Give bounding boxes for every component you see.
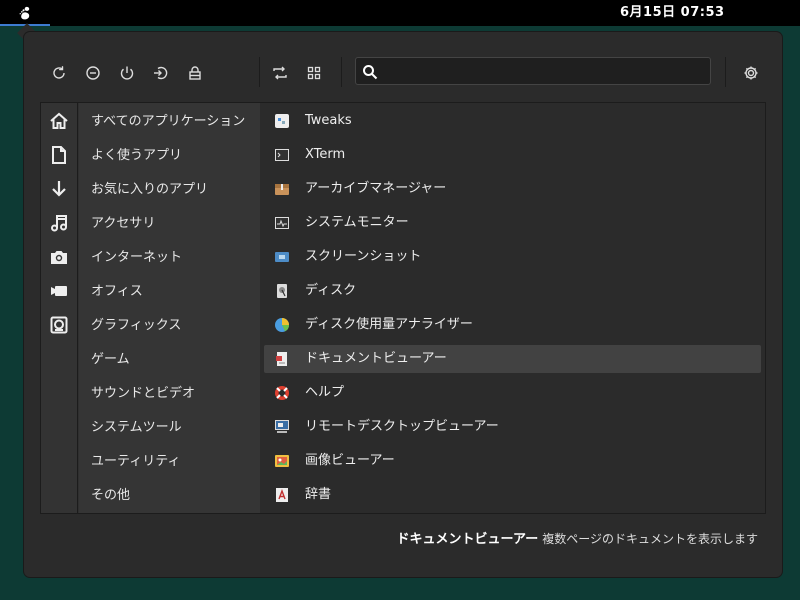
top-bar: 6月15日 07:53 (0, 0, 800, 26)
app-label: システムモニター (305, 215, 409, 230)
picture-icon (50, 316, 68, 334)
toolbar-separator (341, 57, 342, 87)
document-viewer-icon (276, 352, 287, 366)
app-label: 画像ビューアー (305, 453, 395, 468)
settings-button[interactable] (740, 62, 762, 84)
grid-view-button[interactable] (303, 62, 325, 84)
category-other[interactable]: その他 (91, 486, 130, 506)
toolbar-separator (725, 57, 726, 87)
gnome-foot-icon (19, 6, 30, 20)
app-item-dictionary[interactable]: 辞書 (264, 481, 761, 509)
app-label: ヘルプ (305, 385, 345, 400)
grid-view-icon (307, 66, 321, 80)
suspend-button[interactable] (82, 62, 104, 84)
app-item-system-monitor[interactable]: システムモニター (264, 209, 761, 237)
music-shortcut[interactable] (47, 211, 71, 235)
app-item-remote-desktop-viewer[interactable]: リモートデスクトップビューアー (264, 413, 761, 441)
restart-button[interactable] (48, 62, 70, 84)
terminal-icon (275, 149, 289, 161)
app-item-disks[interactable]: ディスク (264, 277, 761, 305)
selected-app-name: ドキュメントビューアー (396, 532, 539, 547)
app-item-image-viewer[interactable]: 画像ビューアー (264, 447, 761, 475)
category-office[interactable]: オフィス (91, 282, 143, 302)
logout-button[interactable] (149, 62, 171, 84)
selected-app-description: 複数ページのドキュメントを表示します (542, 532, 758, 546)
suspend-icon (86, 66, 100, 80)
menu-toolbar (24, 32, 782, 110)
gear-icon (744, 66, 758, 80)
clock[interactable]: 6月15日 07:53 (620, 0, 725, 26)
search-field[interactable] (355, 57, 711, 85)
image-viewer-icon (275, 455, 289, 467)
switch-view-button[interactable] (269, 62, 291, 84)
app-label: ディスク (305, 283, 357, 298)
toolbar-separator (259, 57, 260, 87)
category-system-tools[interactable]: システムツール (91, 418, 182, 438)
download-icon (52, 181, 66, 197)
places-column (41, 103, 78, 513)
music-icon (51, 215, 67, 232)
disk-usage-icon (275, 318, 289, 332)
switch-view-icon (273, 66, 287, 80)
search-input[interactable] (384, 60, 704, 82)
home-icon (50, 112, 68, 129)
power-off-button[interactable] (116, 62, 138, 84)
app-label: ドキュメントビューアー (305, 351, 447, 366)
gallery-shortcut[interactable] (47, 313, 71, 337)
disk-icon (277, 284, 287, 298)
downloads-shortcut[interactable] (47, 177, 71, 201)
menu-panel: すべてのアプリケーション よく使うアプリ お気に入りのアプリ アクセサリ インタ… (40, 102, 766, 514)
app-label: XTerm (305, 147, 346, 162)
app-item-document-viewer[interactable]: ドキュメントビューアー (264, 345, 761, 373)
app-item-xterm[interactable]: XTerm (264, 141, 761, 169)
applications-list: Tweaks XTerm アーカイブマネージャー システムモニター スクリーンシ… (260, 103, 765, 513)
archive-icon (275, 184, 289, 195)
app-label: ディスク使用量アナライザー (305, 317, 473, 332)
app-label: リモートデスクトップビューアー (305, 419, 499, 434)
remote-desktop-icon (275, 420, 289, 433)
logout-icon (154, 66, 168, 80)
dictionary-icon (276, 488, 288, 502)
category-utilities[interactable]: ユーティリティ (91, 452, 180, 472)
app-item-screenshot[interactable]: スクリーンショット (264, 243, 761, 271)
videos-shortcut[interactable] (47, 279, 71, 303)
video-icon (51, 286, 67, 296)
power-icon (120, 66, 134, 80)
app-label: スクリーンショット (305, 249, 422, 264)
categories-column: すべてのアプリケーション よく使うアプリ お気に入りのアプリ アクセサリ インタ… (79, 103, 298, 513)
app-item-archive-manager[interactable]: アーカイブマネージャー (264, 175, 761, 203)
app-item-disk-usage-analyzer[interactable]: ディスク使用量アナライザー (264, 311, 761, 339)
system-monitor-icon (275, 217, 289, 229)
home-shortcut[interactable] (47, 109, 71, 133)
lock-button[interactable] (184, 62, 206, 84)
application-menu: すべてのアプリケーション よく使うアプリ お気に入りのアプリ アクセサリ インタ… (24, 32, 782, 577)
activities-button[interactable] (0, 0, 50, 26)
category-internet[interactable]: インターネット (91, 248, 182, 268)
category-all-applications[interactable]: すべてのアプリケーション (91, 112, 245, 132)
tweaks-icon (275, 114, 289, 128)
app-description: ドキュメントビューアー 複数ページのドキュメントを表示します (24, 528, 758, 552)
pictures-shortcut[interactable] (47, 245, 71, 269)
screenshot-icon (275, 252, 289, 262)
search-icon (363, 65, 378, 80)
app-label: 辞書 (305, 487, 332, 502)
documents-shortcut[interactable] (47, 143, 71, 167)
lock-icon (189, 66, 201, 80)
app-label: Tweaks (305, 113, 352, 128)
document-icon (52, 146, 66, 164)
category-favorites[interactable]: お気に入りのアプリ (91, 180, 208, 200)
category-graphics[interactable]: グラフィックス (91, 316, 181, 336)
refresh-icon (53, 66, 65, 79)
app-item-help[interactable]: ヘルプ (264, 379, 761, 407)
category-games[interactable]: ゲーム (91, 350, 130, 370)
category-accessories[interactable]: アクセサリ (91, 214, 155, 234)
app-label: アーカイブマネージャー (305, 181, 447, 196)
category-sound-video[interactable]: サウンドとビデオ (91, 384, 195, 404)
app-item-tweaks[interactable]: Tweaks (264, 107, 761, 135)
help-icon (275, 386, 289, 400)
category-frequent[interactable]: よく使うアプリ (91, 146, 182, 166)
camera-icon (51, 251, 67, 264)
